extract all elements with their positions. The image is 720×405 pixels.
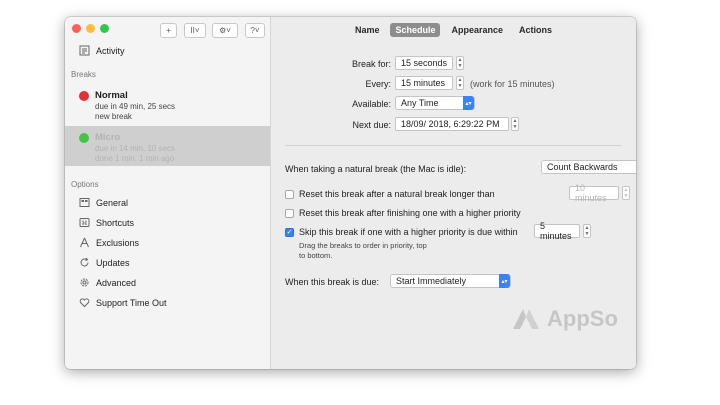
break-due-text: due in 14 min, 10 secs: [95, 144, 176, 153]
when-due-value: Start Immediately: [396, 276, 467, 286]
reset-natural-label: Reset this break after a natural break l…: [299, 189, 495, 199]
sidebar-item-label: Advanced: [96, 277, 137, 288]
sidebar-item-shortcuts[interactable]: ⌘ Shortcuts: [79, 217, 134, 228]
next-due-label: Next due:: [352, 120, 391, 130]
tab-bar: Name Schedule Appearance Actions: [271, 23, 636, 37]
reset-natural-checkbox[interactable]: [285, 190, 294, 199]
sidebar-item-label: Shortcuts: [96, 217, 135, 228]
skip-hint-line1: Drag the breaks to order in priority, to…: [299, 241, 427, 250]
break-row-normal[interactable]: Normal due in 49 min, 25 secs new break: [65, 85, 270, 123]
tab-schedule[interactable]: Schedule: [390, 23, 441, 37]
breaks-section-header: Breaks: [71, 70, 96, 79]
tab-appearance[interactable]: Appearance: [446, 23, 508, 37]
gear-icon: ⚙˅: [219, 26, 231, 35]
divider: [285, 145, 622, 146]
reset-priority-checkbox[interactable]: [285, 209, 294, 218]
every-field[interactable]: 15 minutes: [395, 76, 453, 90]
available-popup[interactable]: Any Time ▴▾: [395, 96, 475, 110]
add-break-button[interactable]: +: [160, 23, 177, 38]
break-row-micro[interactable]: Micro due in 14 min, 10 secs done 1 min,…: [65, 126, 270, 166]
when-due-label: When this break is due:: [285, 277, 380, 287]
sidebar-item-label: Updates: [96, 257, 130, 268]
plus-icon: +: [166, 26, 171, 35]
every-label: Every:: [365, 79, 391, 89]
skip-break-checkbox[interactable]: ✓: [285, 228, 294, 237]
sidebar-item-exclusions[interactable]: Exclusions: [79, 237, 139, 248]
sidebar-item-activity[interactable]: Activity: [79, 45, 125, 56]
break-name: Normal: [95, 90, 128, 101]
close-button[interactable]: [72, 24, 81, 33]
reset-natural-stepper[interactable]: ▲ ▼: [622, 186, 630, 200]
every-stepper[interactable]: ▲ ▼: [456, 76, 464, 90]
when-due-popup[interactable]: Start Immediately ▴▾: [390, 274, 511, 288]
chevron-updown-icon: ▴▾: [499, 274, 510, 288]
break-for-stepper[interactable]: ▲ ▼: [456, 56, 464, 70]
reset-priority-label: Reset this break after finishing one wit…: [299, 208, 521, 218]
chevron-updown-icon: ▴▾: [463, 96, 474, 110]
help-menu-button[interactable]: ?˅: [245, 23, 265, 38]
skip-break-field[interactable]: 5 minutes: [534, 221, 580, 241]
break-status-icon: [79, 133, 89, 143]
break-name: Micro: [95, 132, 121, 143]
reset-natural-field[interactable]: 10 minutes: [569, 183, 619, 203]
watermark-text: AppSo: [547, 306, 618, 331]
zoom-button[interactable]: [100, 24, 109, 33]
every-note: (work for 15 minutes): [470, 79, 555, 89]
window-controls: [72, 24, 109, 33]
pause-icon: II˅: [190, 26, 200, 35]
sidebar-item-label: General: [96, 197, 129, 208]
keyboard-icon: ⌘: [79, 217, 90, 228]
sidebar-item-updates[interactable]: Updates: [79, 257, 130, 268]
svg-text:⌘: ⌘: [82, 220, 88, 227]
appso-logo-icon: [513, 309, 539, 329]
break-status-icon: [79, 91, 89, 101]
skip-break-stepper[interactable]: ▲ ▼: [583, 224, 591, 238]
natural-break-popup[interactable]: Count Backwards ▴▾: [541, 160, 636, 174]
settings-menu-button[interactable]: ⚙˅: [212, 23, 238, 38]
break-status-text: done 1 min, 1 min ago: [95, 154, 175, 163]
sidebar-item-support[interactable]: Support Time Out: [79, 297, 167, 308]
heart-icon: [79, 297, 90, 308]
sidebar-item-general[interactable]: General: [79, 197, 128, 208]
sidebar-item-label: Exclusions: [96, 237, 140, 248]
break-status-text: new break: [95, 112, 132, 121]
sidebar-item-advanced[interactable]: Advanced: [79, 277, 136, 288]
pause-menu-button[interactable]: II˅: [184, 23, 206, 38]
tab-actions[interactable]: Actions: [514, 23, 557, 37]
sidebar-item-label: Activity: [96, 45, 125, 56]
next-due-field[interactable]: 18/09/ 2018, 6:29:22 PM: [395, 117, 509, 131]
natural-break-label: When taking a natural break (the Mac is …: [285, 164, 467, 174]
activity-icon: [79, 45, 90, 56]
available-label: Available:: [352, 99, 391, 109]
sidebar-item-label: Support Time Out: [96, 297, 167, 308]
exclusions-icon: [79, 237, 90, 248]
break-for-label: Break for:: [351, 59, 391, 69]
skip-break-label: Skip this break if one with a higher pri…: [299, 227, 518, 237]
options-section-header: Options: [71, 180, 99, 189]
break-due-text: due in 49 min, 25 secs: [95, 102, 176, 111]
gear-icon: [79, 277, 90, 288]
help-icon: ?˅: [250, 26, 260, 35]
break-for-field[interactable]: 15 seconds: [395, 56, 453, 70]
skip-hint-line2: to bottom.: [299, 251, 333, 260]
minimize-button[interactable]: [86, 24, 95, 33]
watermark: AppSo: [511, 306, 618, 332]
sidebar: + II˅ ⚙˅ ?˅ Activity Breaks Normal due i…: [65, 17, 271, 369]
natural-break-value: Count Backwards: [547, 162, 618, 172]
next-due-stepper[interactable]: ▲ ▼: [511, 117, 519, 131]
general-icon: [79, 197, 90, 208]
refresh-icon: [79, 257, 90, 268]
tab-name[interactable]: Name: [350, 23, 385, 37]
available-value: Any Time: [401, 98, 439, 108]
